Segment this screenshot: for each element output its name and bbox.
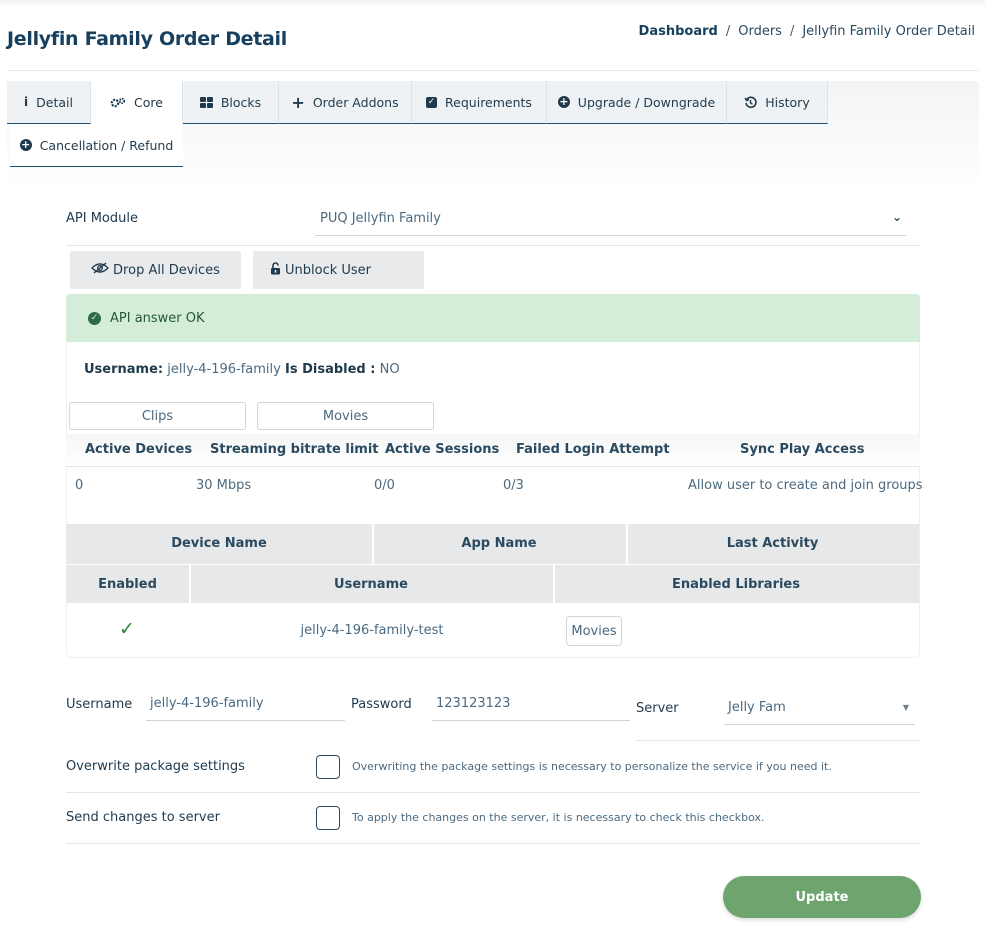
button-label: Drop All Devices [113, 262, 220, 278]
tab-label: Requirements [445, 94, 532, 110]
tab-order-addons[interactable]: + Order Addons [279, 81, 412, 124]
api-status-alert: ✓ API answer OK [66, 294, 920, 342]
users-header-username: Username [334, 577, 408, 592]
table-row-library-button[interactable]: Movies [566, 616, 622, 646]
breadcrumb-orders[interactable]: Orders [738, 24, 782, 39]
tab-label: Upgrade / Downgrade [577, 94, 716, 110]
plus-icon: + [291, 92, 305, 112]
plus-circle-icon: + [19, 138, 32, 151]
tab-blocks[interactable]: Blocks [183, 81, 279, 124]
breadcrumb-dashboard[interactable]: Dashboard [639, 24, 718, 39]
tab-core[interactable]: Core [91, 81, 183, 124]
tab-label: History [765, 94, 810, 110]
password-field-label: Password [351, 697, 412, 712]
stats-header-active-devices: Active Devices [85, 442, 193, 457]
users-header-enabled: Enabled [98, 577, 157, 592]
user-info: Username: jelly-4-196-family Is Disabled… [84, 362, 400, 377]
overwrite-hint: Overwriting the package settings is nece… [352, 760, 832, 773]
check-square-icon: ✓ [426, 96, 438, 108]
username-label: Username: [84, 362, 164, 377]
username-input[interactable]: jelly-4-196-family [146, 691, 345, 721]
disabled-label: Is Disabled : [285, 362, 376, 377]
divider [66, 792, 920, 793]
stats-failed-login: 0/3 [503, 478, 524, 493]
username-value: jelly-4-196-family [167, 362, 281, 377]
tab-label: Order Addons [312, 94, 399, 110]
table-row-username: jelly-4-196-family-test [300, 623, 444, 638]
overwrite-label: Overwrite package settings [66, 759, 245, 774]
breadcrumb: Dashboard / Orders / Jellyfin Family Ord… [639, 24, 975, 39]
tab-requirements[interactable]: ✓ Requirements [412, 81, 547, 124]
divider [636, 740, 920, 741]
check-circle-icon: ✓ [88, 311, 101, 325]
stats-bitrate: 30 Mbps [196, 478, 252, 493]
send-changes-hint: To apply the changes on the server, it i… [352, 811, 765, 824]
tab-label: Blocks [220, 94, 262, 110]
devices-header-device-name: Device Name [171, 536, 267, 551]
tab-label: Detail [36, 94, 73, 110]
tab-upgrade-downgrade[interactable]: + Upgrade / Downgrade [547, 81, 727, 124]
server-select[interactable]: Jelly Fam ▼ [724, 695, 915, 725]
top-shadow [0, 0, 985, 6]
stats-sync-play: Allow user to create and join groups [688, 478, 923, 493]
send-changes-label: Send changes to server [66, 810, 220, 825]
alert-text: API answer OK [110, 310, 205, 326]
eye-slash-icon [91, 262, 109, 278]
stats-header-bitrate: Streaming bitrate limit [210, 442, 379, 457]
library-clips-button[interactable]: Clips [69, 402, 246, 430]
history-icon [744, 95, 757, 109]
checkmark-icon: ✓ [119, 618, 135, 640]
api-module-label: API Module [66, 211, 138, 226]
tab-label: Core [134, 95, 163, 110]
update-button[interactable]: Update [723, 876, 921, 918]
divider [66, 245, 920, 246]
send-changes-checkbox[interactable] [316, 806, 340, 830]
breadcrumb-separator: / [725, 24, 731, 39]
breadcrumb-separator: / [789, 24, 795, 39]
plus-circle-icon: + [557, 95, 570, 108]
grid-icon [199, 96, 213, 108]
server-field-label: Server [636, 701, 679, 716]
tab-detail[interactable]: i Detail [7, 81, 91, 124]
api-result-card [66, 342, 920, 658]
disabled-value: NO [379, 362, 400, 377]
username-field-label: Username [66, 697, 133, 712]
button-label: Unblock User [285, 262, 372, 278]
gears-icon [110, 97, 126, 109]
stats-header-failed-login: Failed Login Attempt [516, 442, 670, 457]
tab-history[interactable]: History [727, 81, 828, 124]
caret-down-icon: ▼ [902, 703, 909, 712]
breadcrumb-current: Jellyfin Family Order Detail [802, 24, 975, 39]
server-select-value: Jelly Fam [728, 700, 786, 715]
stats-active-devices: 0 [75, 478, 84, 493]
chevron-down-icon: ⌄ [891, 210, 902, 224]
info-icon: i [24, 95, 29, 109]
page-title: Jellyfin Family Order Detail [7, 28, 287, 50]
devices-header-app-name: App Name [461, 536, 537, 551]
api-module-value: PUQ Jellyfin Family [320, 211, 441, 226]
library-movies-button[interactable]: Movies [257, 402, 434, 430]
title-divider [7, 70, 979, 71]
users-header-libraries: Enabled Libraries [672, 577, 800, 592]
drop-all-devices-button[interactable]: Drop All Devices [70, 251, 241, 289]
api-module-select[interactable]: PUQ Jellyfin Family ⌄ [315, 205, 906, 236]
stats-sessions: 0/0 [374, 478, 395, 493]
tab-cancellation-refund[interactable]: + Cancellation / Refund [10, 124, 183, 167]
unlock-icon [270, 261, 281, 279]
overwrite-checkbox[interactable] [316, 755, 340, 779]
devices-header-last-activity: Last Activity [726, 536, 819, 551]
stats-header-sessions: Active Sessions [385, 442, 500, 457]
unblock-user-button[interactable]: Unblock User [253, 251, 424, 289]
stats-header-sync-play: Sync Play Access [740, 442, 865, 457]
password-input[interactable]: 123123123 [432, 691, 630, 721]
tab-label: Cancellation / Refund [39, 137, 174, 153]
divider [66, 843, 920, 844]
